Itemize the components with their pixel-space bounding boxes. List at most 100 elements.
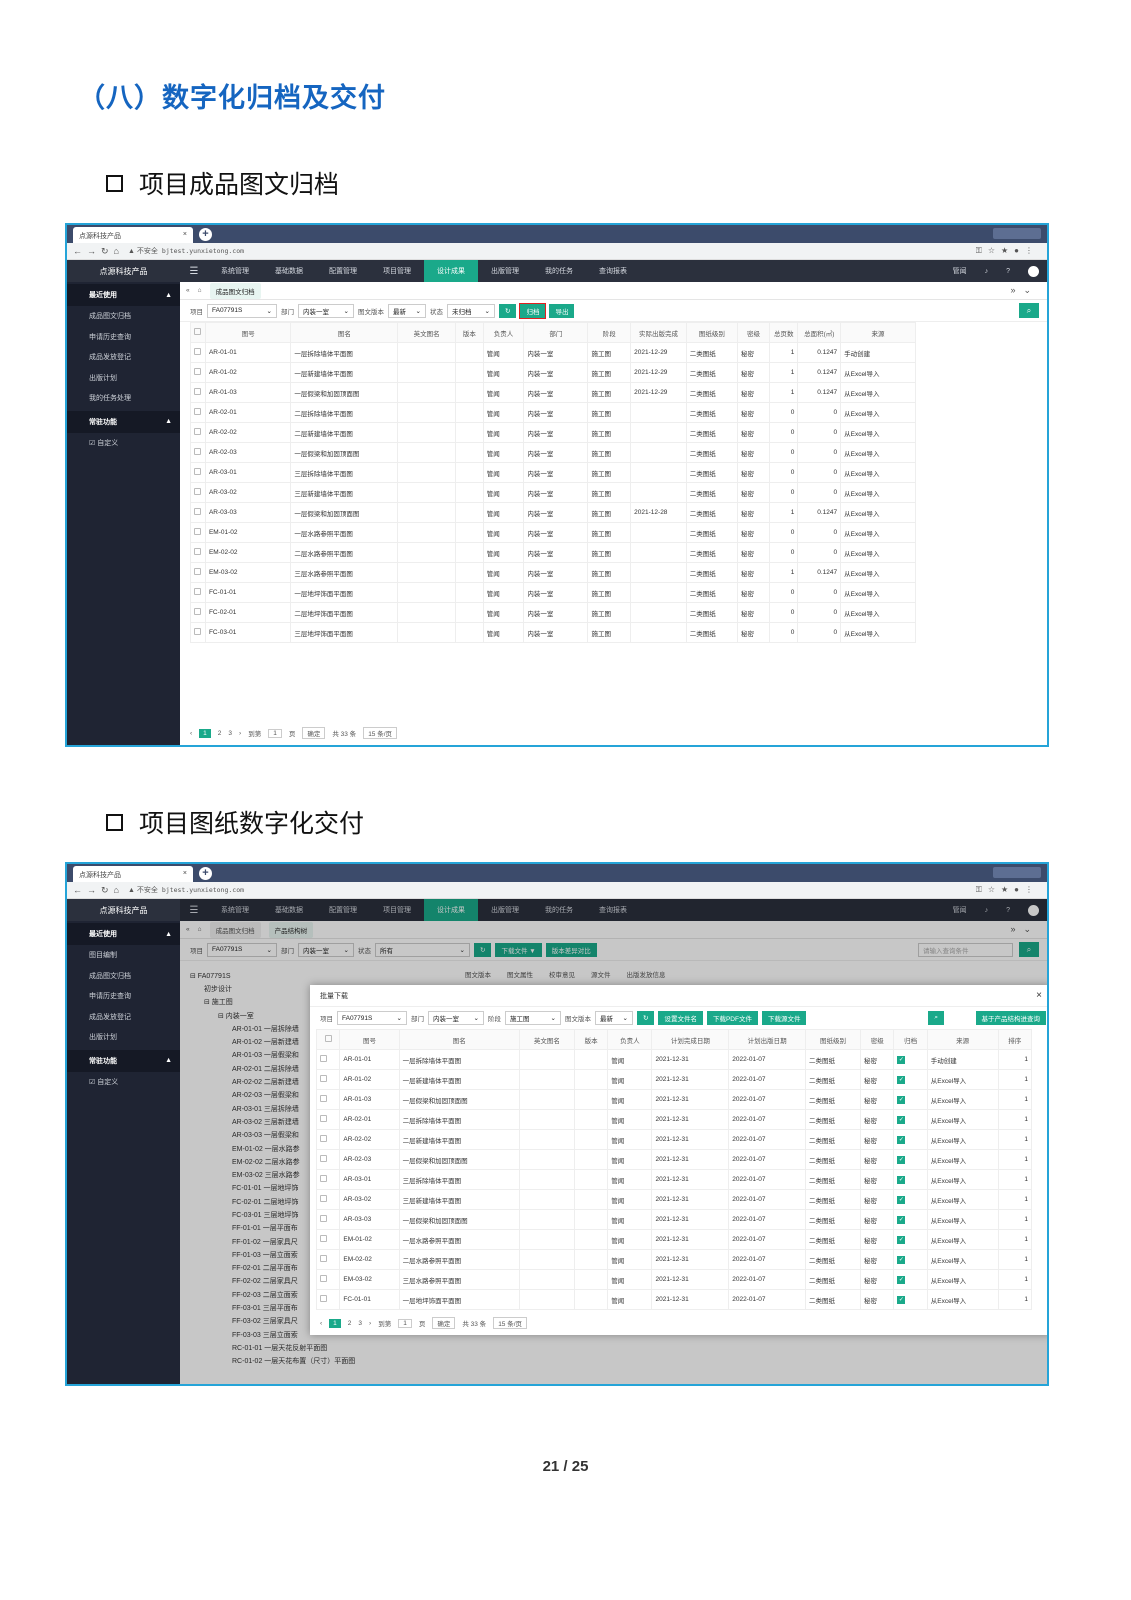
prev-page-icon[interactable]: ‹ <box>190 730 192 737</box>
row-checkbox[interactable] <box>315 1089 341 1110</box>
page-3[interactable]: 3 <box>358 1320 362 1327</box>
nav-icons[interactable]: ←→↻⌂ <box>73 885 124 896</box>
sidebar-group-recent[interactable]: 最近使用 ▲ <box>67 923 180 945</box>
table-row[interactable]: AR-03-03 一层假梁和加固顶面图 管闻 2021-12-31 2022-01-07… <box>315 1209 1033 1230</box>
row-checkbox[interactable] <box>190 522 206 543</box>
menu-item[interactable]: 基础数据 <box>262 260 316 282</box>
table-row[interactable]: EM-01-02 一层水路参照平面图 管闻 内装一室 施工图 二类图纸 秘密 0 0 从Excel… <box>190 522 916 543</box>
window-controls[interactable] <box>993 867 1041 878</box>
row-checkbox[interactable] <box>190 622 206 643</box>
table-row[interactable]: AR-03-02 三层新建墙体平面图 管闻 2021-12-31 2022-01-07 二… <box>315 1189 1033 1210</box>
column-header[interactable]: 总页数 <box>769 322 799 343</box>
tab-scroll-icon[interactable]: »⌄ <box>1010 285 1039 296</box>
next-page-icon[interactable]: › <box>239 730 241 737</box>
table-row[interactable]: FC-02-01 二层地坪饰面平面图 管闻 内装一室 施工图 二类图纸 秘密 0 0 从Excel… <box>190 602 916 623</box>
browser-tab[interactable]: 点源科技产品 × <box>73 227 193 243</box>
column-header[interactable]: 图号 <box>339 1029 400 1050</box>
column-header[interactable]: 负责人 <box>482 322 525 343</box>
nav-icons[interactable]: ←→↻⌂ <box>73 246 124 257</box>
table-row[interactable]: EM-01-02 一层水路参照平面图 管闻 2021-12-31 2022-01-07 二… <box>315 1229 1033 1250</box>
table-row[interactable]: AR-03-01 三层拆除墙体平面图 管闻 内装一室 施工图 二类图纸 秘密 0 0 从Excel… <box>190 462 916 483</box>
row-checkbox[interactable] <box>190 442 206 463</box>
select-all-checkbox[interactable] <box>190 322 206 343</box>
sidebar-item[interactable]: 申请历史查询 <box>67 986 180 1007</box>
table-row[interactable]: AR-03-01 三层拆除墙体平面图 管闻 2021-12-31 2022-01-07 二… <box>315 1169 1033 1190</box>
table-row[interactable]: FC-03-01 三层地坪饰面平面图 管闻 内装一室 施工图 二类图纸 秘密 0 0 从Excel… <box>190 622 916 643</box>
menu-item[interactable]: 系统管理 <box>208 260 262 282</box>
column-header[interactable]: 总面积(㎡) <box>797 322 842 343</box>
export-button[interactable]: 导出 <box>549 303 575 318</box>
row-checkbox[interactable] <box>190 502 206 523</box>
table-row[interactable]: EM-03-02 三层水路参照平面图 管闻 2021-12-31 2022-01-07 二… <box>315 1269 1033 1290</box>
dept-select[interactable]: 内装一室 ⌄ <box>298 303 354 318</box>
row-checkbox[interactable] <box>315 1209 341 1230</box>
row-checkbox[interactable] <box>315 1229 341 1250</box>
table-row[interactable]: AR-02-01 二层拆除墙体平面图 管闻 内装一室 施工图 二类图纸 秘密 0 0 从Excel… <box>190 402 916 423</box>
structure-query-button[interactable]: 基于产品结构进查询 <box>975 1011 1046 1025</box>
modal-version-select[interactable]: 最新 ⌄ <box>595 1011 633 1025</box>
sidebar-item[interactable]: 申请历史查询 <box>67 327 180 348</box>
sidebar-item[interactable]: 图目编制 <box>67 945 180 966</box>
sidebar-item[interactable]: 成品图文归档 <box>67 966 180 987</box>
modal-stage-select[interactable]: 施工图 ⌄ <box>505 1011 561 1025</box>
next-page-icon[interactable]: › <box>369 1320 371 1327</box>
row-checkbox[interactable] <box>190 382 206 403</box>
table-row[interactable]: FC-01-01 一层地坪饰面平面图 管闻 2021-12-31 2022-01-07 二… <box>315 1289 1033 1310</box>
column-header[interactable]: 计划完成日期 <box>651 1029 730 1050</box>
page-2[interactable]: 2 <box>348 1320 352 1327</box>
column-header[interactable]: 计划出版日期 <box>728 1029 806 1050</box>
row-checkbox[interactable] <box>315 1049 341 1070</box>
row-checkbox[interactable] <box>190 402 206 423</box>
browser-actions-icon[interactable]: ⚿☆★●⋮ <box>976 885 1039 895</box>
row-checkbox[interactable] <box>315 1149 341 1170</box>
table-row[interactable]: EM-03-02 三层水路参照平面图 管闻 内装一室 施工图 二类图纸 秘密 1 0.1247 从… <box>190 562 916 583</box>
sidebar-item[interactable]: 出版计划 <box>67 1027 180 1048</box>
collapse-icon[interactable]: « <box>186 287 190 294</box>
row-checkbox[interactable] <box>190 422 206 443</box>
sidebar-item-custom[interactable]: ☑ 自定义 <box>67 1072 180 1093</box>
column-header[interactable]: 版本 <box>573 1029 609 1050</box>
new-tab-icon[interactable]: + <box>199 867 212 880</box>
avatar[interactable] <box>1028 265 1039 277</box>
row-checkbox[interactable] <box>190 602 206 623</box>
column-header[interactable]: 密级 <box>737 322 771 343</box>
table-row[interactable]: AR-03-03 一层假梁和加固顶面图 管闻 内装一室 施工图 2021-12-28 二类图… <box>190 502 916 523</box>
column-header[interactable]: 图名 <box>290 322 399 343</box>
row-checkbox[interactable] <box>315 1169 341 1190</box>
goto-confirm-button[interactable]: 确定 <box>302 727 326 739</box>
menu-item[interactable]: 查询报表 <box>586 260 640 282</box>
refresh-icon[interactable]: ↻ <box>499 303 517 318</box>
download-pdf-button[interactable]: 下载PDF文件 <box>706 1011 758 1025</box>
prev-page-icon[interactable]: ‹ <box>320 1320 322 1327</box>
column-header[interactable]: 图纸级别 <box>804 1029 862 1050</box>
user-name[interactable]: 管闻 <box>953 266 967 276</box>
close-icon[interactable]: × <box>183 870 187 878</box>
home-icon[interactable]: ⌂ <box>198 287 202 294</box>
page-3[interactable]: 3 <box>228 730 232 737</box>
sidebar-group-common[interactable]: 常驻功能 ▲ <box>67 1049 180 1072</box>
version-select[interactable]: 最新 ⌄ <box>388 303 426 318</box>
project-select[interactable]: FA07791S ⌄ <box>207 303 277 318</box>
column-header[interactable]: 密级 <box>860 1029 895 1050</box>
table-row[interactable]: FC-01-01 一层地坪饰面平面图 管闻 内装一室 施工图 二类图纸 秘密 0 0 从Excel… <box>190 582 916 603</box>
table-row[interactable]: EM-02-02 二层水路参照平面图 管闻 内装一室 施工图 二类图纸 秘密 0 0 从Excel… <box>190 542 916 563</box>
bell-icon[interactable]: ♪ <box>985 268 989 275</box>
column-header[interactable]: 实际出版完成 <box>630 322 687 343</box>
row-checkbox[interactable] <box>190 582 206 603</box>
column-header[interactable]: 归档 <box>893 1029 928 1050</box>
row-checkbox[interactable] <box>315 1269 341 1290</box>
search-icon[interactable]: ⌕ <box>1019 303 1039 318</box>
row-checkbox[interactable] <box>315 1069 341 1090</box>
menu-item[interactable]: 配置管理 <box>316 260 370 282</box>
column-header[interactable]: 英文图名 <box>518 1029 575 1050</box>
sidebar-group-recent[interactable]: 最近使用 ▲ <box>67 284 180 306</box>
modal-project-select[interactable]: FA07791S ⌄ <box>337 1011 407 1025</box>
column-header[interactable]: 阶段 <box>587 322 632 343</box>
sidebar-item[interactable]: 成品图文归档 <box>67 306 180 327</box>
select-all-checkbox[interactable] <box>315 1029 341 1050</box>
status-select[interactable]: 未归档 ⌄ <box>447 303 495 318</box>
column-header[interactable]: 图号 <box>204 322 292 343</box>
browser-tab[interactable]: 点源科技产品 × <box>73 866 193 882</box>
page-1[interactable]: 1 <box>199 728 211 738</box>
table-row[interactable]: AR-01-03 一层假梁和加固顶面图 管闻 内装一室 施工图 2021-12-29 二类图… <box>190 382 916 403</box>
